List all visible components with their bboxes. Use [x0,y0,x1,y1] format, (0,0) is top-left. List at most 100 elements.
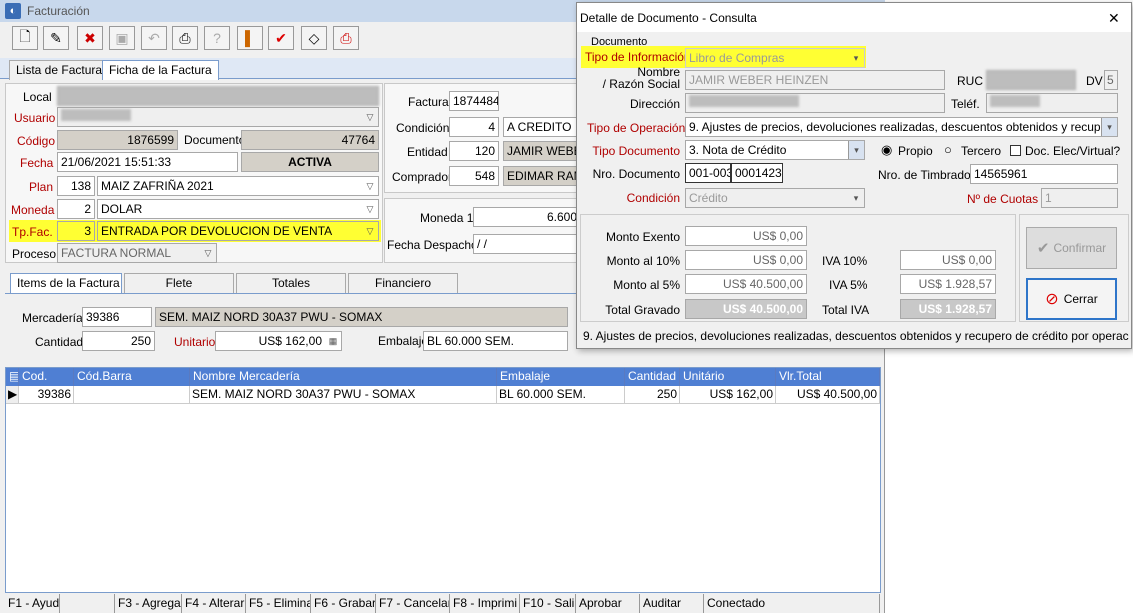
moneda-code[interactable]: 2 [57,199,95,219]
moneda1-field[interactable]: 6.600 [473,207,581,227]
grid-cell-nombre[interactable]: SEM. MAIZ NORD 30A37 PWU - SOMAX [190,386,497,404]
chevron-down-icon[interactable]: ▽ [200,244,216,262]
plan-select[interactable]: MAIZ ZAFRIÑA 2021 ▽ [97,176,379,196]
grid-col-total[interactable]: Vlr.Total [776,368,880,386]
cantidad-field[interactable]: 250 [82,331,155,351]
chevron-down-icon[interactable]: ▾ [848,49,864,67]
tipo-op-select[interactable]: 9. Ajustes de precios, devoluciones real… [685,117,1118,137]
row-indicator-icon[interactable]: ▶ [6,386,19,404]
propio-label[interactable]: Propio [898,144,933,158]
status-aprobar[interactable]: Aprobar [576,594,640,613]
undo-icon[interactable]: ↶ [141,26,167,50]
doc-elec-label[interactable]: Doc. Elec/Virtual? [1025,144,1120,158]
save-icon[interactable]: ▣ [109,26,135,50]
print-icon[interactable]: ⎙ [172,26,198,50]
tab-totales[interactable]: Totales [236,273,346,293]
monto-exento-field[interactable]: US$ 0,00 [685,226,807,246]
chevron-down-icon[interactable]: ▾ [1101,118,1117,136]
edit-doc-icon[interactable]: ✎ [43,26,69,50]
moneda-select[interactable]: DOLAR ▽ [97,199,379,219]
tab-lista-facturas[interactable]: Lista de Facturas [9,60,116,80]
grid-col-embalaje[interactable]: Embalaje [497,368,625,386]
tab-flete[interactable]: Flete [124,273,234,293]
condicion-field[interactable]: A CREDITO [503,117,583,137]
chevron-down-icon[interactable]: ▽ [362,200,378,218]
grid-col-selector[interactable]: ▤ [6,368,19,386]
confirmar-button[interactable]: ✔ Confirmar [1026,227,1117,269]
grid-col-nombre[interactable]: Nombre Mercadería [190,368,497,386]
print-red-icon[interactable]: ⎙ [333,26,359,50]
proceso-select[interactable]: FACTURA NORMAL ▽ [57,243,217,263]
status-f6[interactable]: F6 - Grabar [311,594,376,613]
timbrado-field[interactable]: 14565961 [970,164,1118,184]
confirm-check-icon[interactable]: ✔ [268,26,294,50]
monto5-field[interactable]: US$ 40.500,00 [685,274,807,294]
calculator-icon[interactable]: ▦ [325,332,341,350]
tab-items[interactable]: Items de la Factura [10,273,122,293]
new-doc-icon[interactable]: 🗋 [12,26,38,50]
unitario-field[interactable]: US$ 162,00 ▦ [215,331,342,351]
status-f4[interactable]: F4 - Alterar [182,594,246,613]
telef-field[interactable] [986,93,1118,113]
direccion-field[interactable] [685,93,945,113]
cerrar-button[interactable]: ⊘ Cerrar [1026,278,1117,320]
entidad-field[interactable]: JAMIR WEBER [503,141,583,161]
iva10-field[interactable]: US$ 0,00 [900,250,996,270]
tpfac-select[interactable]: ENTRADA POR DEVOLUCION DE VENTA ▽ [97,221,379,241]
chevron-down-icon[interactable]: ▾ [848,141,864,159]
ruc-field[interactable]: . [986,70,1076,90]
documento-field[interactable]: 47764 [241,130,379,150]
grid-cell-unitario[interactable]: US$ 162,00 [680,386,776,404]
grid-col-cantidad[interactable]: Cantidad [625,368,680,386]
tab-financiero[interactable]: Financiero [348,273,458,293]
condicion-select[interactable]: Crédito ▾ [685,188,865,208]
grid-col-cod[interactable]: Cod. [19,368,74,386]
entidad-code[interactable]: 120 [449,141,499,161]
tpfac-code[interactable]: 3 [57,221,95,241]
status-f1[interactable]: F1 - Ayud [5,594,60,613]
comprador-code[interactable]: 548 [449,166,499,186]
grid-cell-total[interactable]: US$ 40.500,00 [776,386,880,404]
status-f7[interactable]: F7 - Cancelar [376,594,450,613]
status-f10[interactable]: F10 - Salir [520,594,576,613]
grid-col-unitario[interactable]: Unitário [680,368,776,386]
grid-cell-cod[interactable]: 39386 [19,386,74,404]
close-icon[interactable]: ✕ [1108,10,1120,27]
mercaderia-code[interactable]: 39386 [82,307,152,327]
fecha-field[interactable]: 21/06/2021 15:51:33 [57,152,238,172]
mercaderia-field[interactable]: SEM. MAIZ NORD 30A37 PWU - SOMAX [155,307,568,327]
grid-cell-codbarra[interactable] [74,386,190,404]
comprador-field[interactable]: EDIMAR RAMU [503,166,583,186]
plan-code[interactable]: 138 [57,176,95,196]
grid-col-codbarra[interactable]: Cód.Barra [74,368,190,386]
codigo-field[interactable]: 1876599 [57,130,178,150]
tipo-doc-select[interactable]: 3. Nota de Crédito ▾ [685,140,865,160]
fecha-despacho-field[interactable]: / / [473,234,581,254]
nombre-field[interactable]: JAMIR WEBER HEINZEN [685,70,945,90]
doc-elec-checkbox[interactable] [1010,145,1021,156]
status-f3[interactable]: F3 - Agrega [115,594,182,613]
tipo-info-select[interactable]: Libro de Compras ▾ [685,48,865,68]
help-icon[interactable]: ? [204,26,230,50]
status-f8[interactable]: F8 - Imprimi [450,594,520,613]
chevron-down-icon[interactable]: ▽ [362,222,378,240]
nro-doc-a-field[interactable]: 001-003 [685,163,731,183]
chevron-down-icon[interactable]: ▽ [362,177,378,195]
exit-icon[interactable]: ▌ [237,26,263,50]
tercero-label[interactable]: Tercero [961,144,1001,158]
usuario-field[interactable]: ▽ [57,107,379,127]
status-auditar[interactable]: Auditar [640,594,704,613]
eraser-icon[interactable]: ◇ [301,26,327,50]
nro-doc-b-field[interactable]: 0001423 [731,163,783,183]
condicion-code[interactable]: 4 [449,117,499,137]
monto10-field[interactable]: US$ 0,00 [685,250,807,270]
iva5-field[interactable]: US$ 1.928,57 [900,274,996,294]
dv-field[interactable]: 5 [1104,70,1118,90]
cuotas-field[interactable]: 1 [1041,188,1118,208]
embalaje-field[interactable]: BL 60.000 SEM. [423,331,568,351]
factura-field[interactable]: 1874484 [449,91,499,111]
status-f5[interactable]: F5 - Elimina [246,594,311,613]
chevron-down-icon[interactable]: ▾ [848,189,864,207]
grid-cell-embalaje[interactable]: BL 60.000 SEM. [497,386,625,404]
delete-doc-icon[interactable]: ✖ [77,26,103,50]
